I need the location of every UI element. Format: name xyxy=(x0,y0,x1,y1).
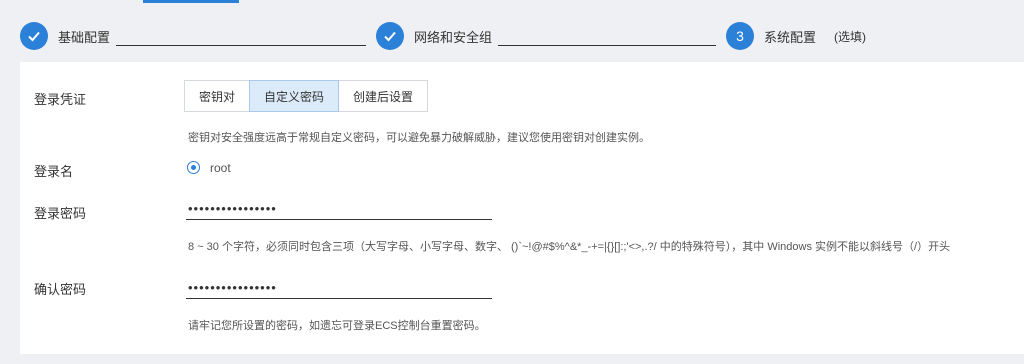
step-connector xyxy=(116,45,366,46)
login-name-label: 登录名 xyxy=(34,164,74,179)
confirm-hint: 请牢记您所设置的密码，如遗忘可登录ECS控制台重置密码。 xyxy=(188,320,486,332)
credential-label: 登录凭证 xyxy=(34,92,87,107)
password-input[interactable] xyxy=(186,198,492,220)
tab-custom-password[interactable]: 自定义密码 xyxy=(249,80,340,112)
credential-hint: 密钥对安全强度远高于常规自定义密码，可以避免暴力破解威胁，建议您使用密钥对创建实… xyxy=(188,132,650,144)
credential-tabs: 密钥对 自定义密码 创建后设置 xyxy=(184,80,429,112)
login-name-radio[interactable] xyxy=(187,161,200,174)
password-label: 登录密码 xyxy=(34,206,87,221)
check-icon xyxy=(20,22,48,50)
radio-selected-dot xyxy=(191,165,196,170)
step-system-config[interactable]: 3 系统配置 (选填) xyxy=(726,22,866,50)
step-optional-note: (选填) xyxy=(834,29,867,44)
login-name-value: root xyxy=(210,161,231,175)
check-icon xyxy=(376,22,404,50)
password-hint: 8 ~ 30 个字符，必须同时包含三项（大写字母、小写字母、数字、 ()`~!@… xyxy=(188,241,951,253)
step-connector xyxy=(498,45,716,46)
step-label: 网络和安全组 xyxy=(414,29,493,45)
step-number: 3 xyxy=(726,22,754,50)
tab-set-after-creation[interactable]: 创建后设置 xyxy=(338,80,429,112)
step-label: 基础配置 xyxy=(58,29,111,45)
system-config-form: 登录凭证 密钥对 自定义密码 创建后设置 密钥对安全强度远高于常规自定义密码，可… xyxy=(20,62,1024,354)
step-progress-bar: 基础配置 网络和安全组 3 系统配置 (选填) xyxy=(0,10,1024,56)
confirm-password-input[interactable] xyxy=(186,277,492,299)
confirm-password-label: 确认密码 xyxy=(34,282,87,297)
tab-key-pair[interactable]: 密钥对 xyxy=(184,80,251,112)
top-tab-indicator xyxy=(143,0,239,3)
step-label: 系统配置 xyxy=(764,29,817,45)
step-basic-config[interactable]: 基础配置 xyxy=(20,22,110,50)
step-network-security[interactable]: 网络和安全组 xyxy=(376,22,492,50)
